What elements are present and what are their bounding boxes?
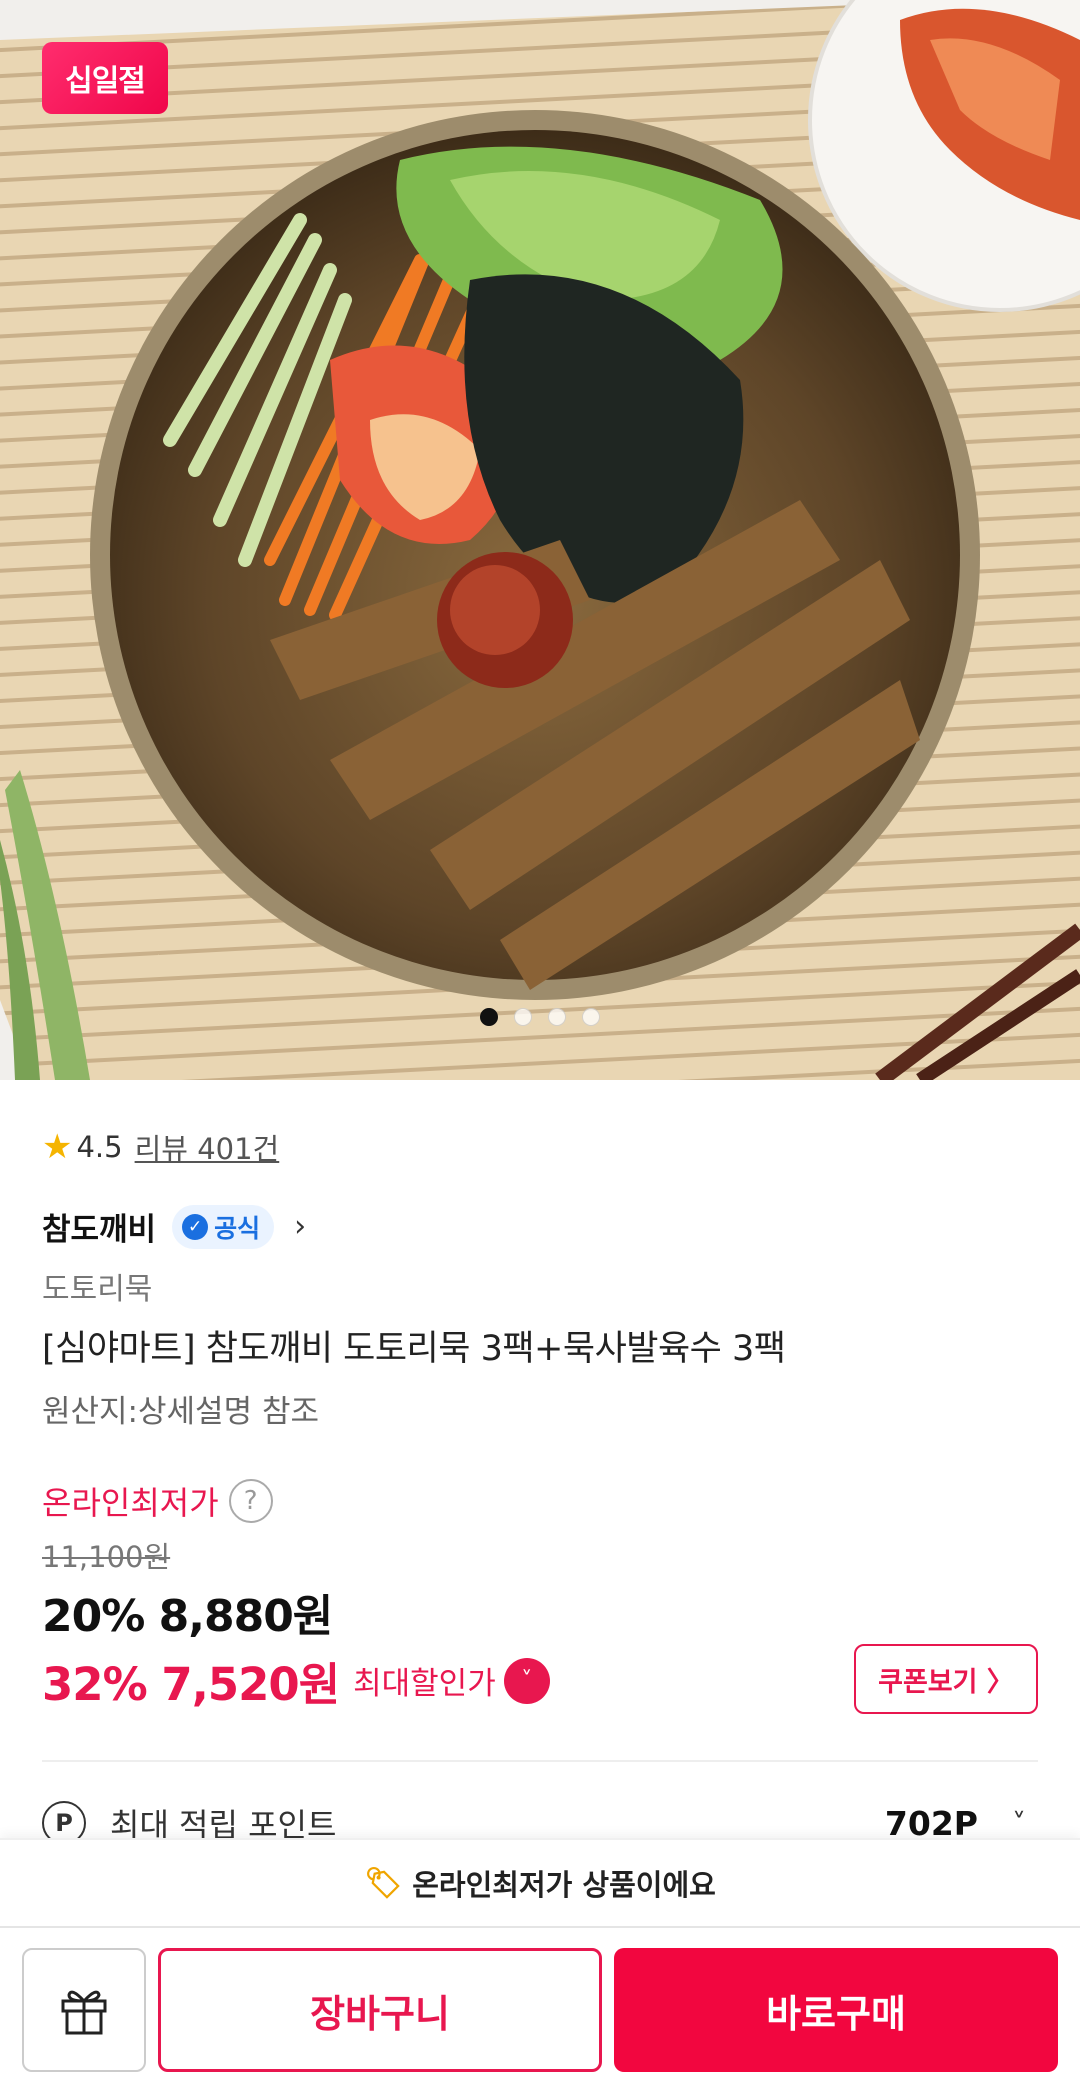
lowest-price-label: 온라인최저가	[42, 1484, 219, 1522]
lowest-price-notice: 🏷 온라인최저가 상품이에요	[0, 1838, 1080, 1926]
notice-text: 온라인최저가 상품이에요	[412, 1868, 716, 1902]
points-value: 702P	[884, 1803, 978, 1843]
carousel-dot[interactable]	[582, 1008, 600, 1026]
sale-event-badge: 십일절	[42, 42, 168, 114]
buy-now-button[interactable]: 바로구매	[614, 1948, 1058, 2072]
carousel-dot[interactable]	[514, 1008, 532, 1026]
max-discount-price: 32% 7,520원	[42, 1658, 340, 1711]
gift-icon	[61, 1990, 107, 2035]
lowest-price-row: 온라인최저가 ?	[42, 1478, 273, 1524]
carousel-indicator	[0, 1008, 1080, 1026]
star-icon: ★	[42, 1127, 73, 1167]
max-discount-label: 최대할인가	[353, 1666, 496, 1702]
official-badge: ✓ 공식	[172, 1204, 275, 1249]
rating-row: ★ 4.5 리뷰 401건	[42, 1126, 279, 1168]
brand-row[interactable]: 참도깨비 ✓ 공식 ›	[42, 1204, 306, 1249]
discount-price: 20% 8,880원	[42, 1591, 333, 1642]
help-icon[interactable]: ?	[228, 1479, 273, 1523]
max-discount-row[interactable]: 32% 7,520원 최대할인가 ˅	[42, 1648, 550, 1713]
tag-icon: 🏷	[364, 1865, 403, 1901]
verified-check-icon: ✓	[182, 1213, 209, 1240]
divider	[42, 1760, 1038, 1762]
product-category[interactable]: 도토리묵	[42, 1264, 152, 1308]
product-image[interactable]: 십일절	[0, 0, 1080, 1080]
coupon-view-button[interactable]: 쿠폰보기 〉	[854, 1644, 1038, 1714]
chevron-down-icon[interactable]: ˅	[503, 1657, 550, 1704]
product-title: [심야마트] 참도깨비 도토리묵 3팩+묵사발육수 3팩	[42, 1329, 786, 1369]
carousel-dot[interactable]	[480, 1008, 498, 1026]
bottom-action-bar: 장바구니 바로구매	[0, 1926, 1080, 2087]
original-price: 11,100원	[42, 1540, 171, 1574]
gift-button[interactable]	[22, 1948, 146, 2072]
product-origin: 원산지:상세설명 참조	[42, 1394, 319, 1430]
chevron-right-icon[interactable]: ›	[294, 1209, 306, 1244]
food-photo	[0, 0, 1080, 1080]
official-label: 공식	[214, 1213, 261, 1243]
review-count-link[interactable]: 리뷰 401건	[135, 1126, 280, 1168]
rating-score: 4.5	[76, 1130, 123, 1164]
carousel-dot[interactable]	[548, 1008, 566, 1026]
brand-name[interactable]: 참도깨비	[42, 1204, 156, 1249]
chevron-down-icon[interactable]: ˅	[1012, 1807, 1026, 1840]
add-to-cart-button[interactable]: 장바구니	[158, 1948, 602, 2072]
